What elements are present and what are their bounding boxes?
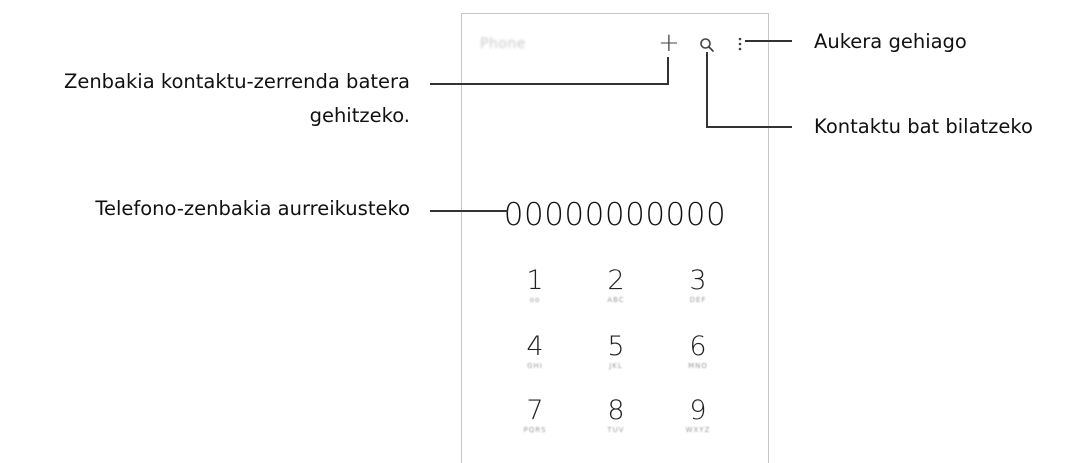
search-icon[interactable] xyxy=(699,37,715,53)
key-letters: oo xyxy=(529,296,541,304)
label-preview-number: Telefono-zenbakia aurreikusteko xyxy=(95,197,410,220)
callout-line-search-horizontal xyxy=(706,126,792,128)
key-letters: TUV xyxy=(607,426,625,434)
label-search-contact: Kontaktu bat bilatzeko xyxy=(814,115,1033,138)
label-more-options: Aukera gehiago xyxy=(814,30,967,53)
key-digit: 4 xyxy=(526,331,544,362)
key-letters: ABC xyxy=(607,296,625,304)
keypad-key-9[interactable]: 9 WXYZ xyxy=(668,395,728,435)
key-digit: 8 xyxy=(607,395,625,426)
callout-line-more-options xyxy=(745,40,792,42)
key-digit: 7 xyxy=(526,395,544,426)
phone-screen: Phone + 00000000000 1 oo 2 ABC 3 DEF 4 G… xyxy=(461,13,769,463)
key-letters: WXYZ xyxy=(685,426,711,434)
keypad-key-6[interactable]: 6 MNO xyxy=(668,331,728,371)
label-add-contact-line2: gehitzeko. xyxy=(309,104,410,127)
key-letters: GHI xyxy=(527,362,543,370)
key-letters: PQRS xyxy=(523,426,547,434)
keypad-key-3[interactable]: 3 DEF xyxy=(668,265,728,305)
keypad-key-5[interactable]: 5 JKL xyxy=(586,331,646,371)
key-letters: MNO xyxy=(688,362,708,370)
label-add-contact-line1: Zenbakia kontaktu-zerrenda batera xyxy=(63,70,410,93)
key-digit: 3 xyxy=(689,265,707,296)
key-digit: 9 xyxy=(689,395,707,426)
keypad-key-8[interactable]: 8 TUV xyxy=(586,395,646,435)
key-digit: 1 xyxy=(526,265,544,296)
keypad-key-2[interactable]: 2 ABC xyxy=(586,265,646,305)
keypad-key-1[interactable]: 1 oo xyxy=(505,265,565,305)
callout-line-search-vertical xyxy=(706,52,708,128)
key-digit: 6 xyxy=(689,331,707,362)
phone-number-display[interactable]: 00000000000 xyxy=(462,197,768,233)
keypad-key-4[interactable]: 4 GHI xyxy=(505,331,565,371)
plus-icon[interactable]: + xyxy=(658,30,680,56)
key-digit: 2 xyxy=(607,265,625,296)
app-title: Phone xyxy=(480,36,526,52)
key-letters: JKL xyxy=(609,362,623,370)
callout-line-add-contact-vertical xyxy=(667,57,669,84)
keypad-key-7[interactable]: 7 PQRS xyxy=(505,395,565,435)
callout-line-add-contact-horizontal xyxy=(430,83,669,85)
key-letters: DEF xyxy=(689,296,707,304)
more-options-icon[interactable] xyxy=(738,37,742,51)
callout-line-preview-number xyxy=(430,210,508,212)
key-digit: 5 xyxy=(607,331,625,362)
